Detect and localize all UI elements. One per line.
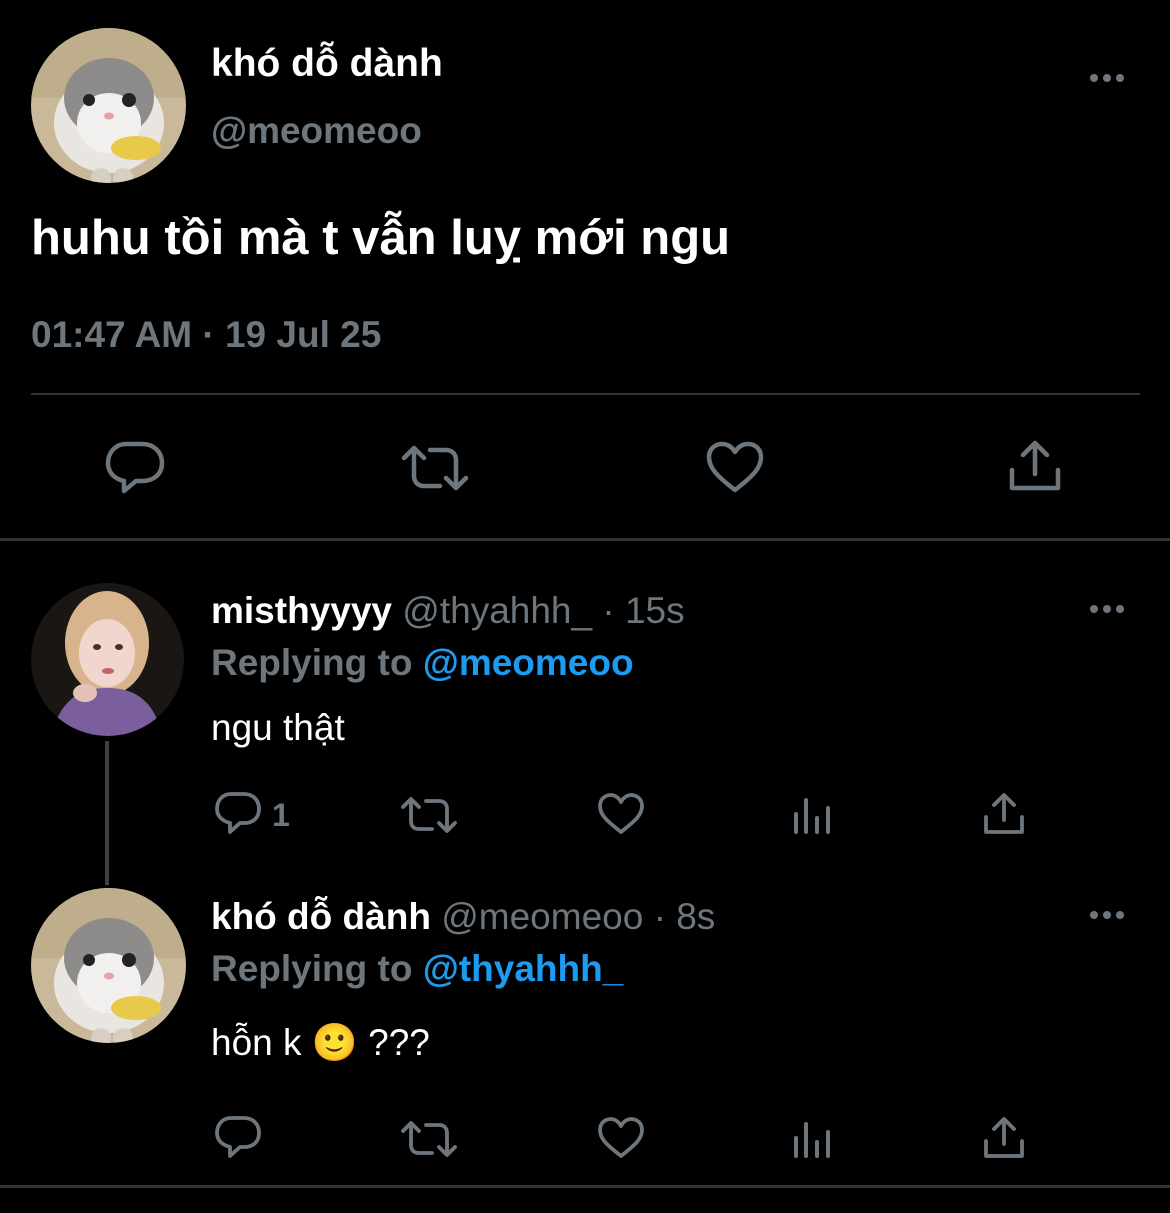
analytics-icon[interactable] [792, 1120, 832, 1158]
avatar[interactable] [31, 583, 184, 736]
display-name[interactable]: khó dỗ dành [211, 42, 443, 86]
analytics-icon[interactable] [792, 796, 832, 834]
display-name[interactable]: khó dỗ dành [211, 896, 431, 937]
handle-time[interactable]: @thyahhh_ · 15s [402, 590, 684, 631]
more-options-icon[interactable] [1088, 68, 1128, 88]
avatar[interactable] [31, 888, 186, 1043]
share-icon[interactable] [982, 792, 1026, 836]
reply-icon[interactable] [104, 438, 166, 496]
tweet-text: huhu tồi mà t vẫn luỵ mới ngu [31, 211, 731, 265]
thread-line [105, 741, 109, 885]
mention-link[interactable]: @thyahhh_ [423, 948, 624, 989]
share-icon[interactable] [982, 1116, 1026, 1160]
timestamp[interactable]: 01:47 AM · 19 Jul 25 [31, 314, 381, 356]
section-divider [0, 538, 1170, 541]
display-name[interactable]: misthyyyy [211, 590, 392, 631]
mention-link[interactable]: @meomeoo [423, 642, 634, 683]
like-icon[interactable] [597, 1116, 645, 1160]
replying-label: Replying to [211, 948, 413, 989]
like-icon[interactable] [597, 792, 645, 836]
like-icon[interactable] [705, 440, 765, 494]
bottom-divider [0, 1185, 1170, 1188]
divider [31, 393, 1140, 395]
retweet-icon[interactable] [400, 1118, 458, 1160]
more-options-icon[interactable] [1088, 905, 1128, 925]
avatar[interactable] [31, 28, 186, 183]
retweet-icon[interactable] [400, 794, 458, 836]
tweet-text: ngu thật [211, 707, 345, 748]
handle-time[interactable]: @meomeoo · 8s [441, 896, 715, 937]
more-options-icon[interactable] [1088, 599, 1128, 619]
handle[interactable]: @meomeoo [211, 110, 422, 152]
retweet-icon[interactable] [400, 442, 470, 494]
reply-count: 1 [272, 797, 290, 833]
share-icon[interactable] [1007, 438, 1063, 494]
reply-icon[interactable] [214, 1114, 262, 1160]
reply-icon[interactable] [214, 790, 262, 836]
tweet-text: hỗn k 🙂 ??? [211, 1022, 430, 1063]
replying-label: Replying to [211, 642, 413, 683]
